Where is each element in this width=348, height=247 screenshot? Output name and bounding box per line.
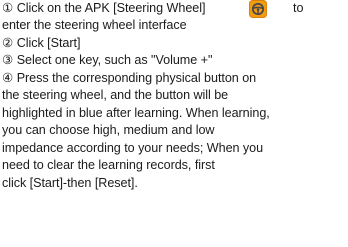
instruction-text-block: ① Click on the APK [Steering Wheel] to e… <box>0 0 348 247</box>
step-4-line-7: click [Start]-then [Reset]. <box>2 176 138 190</box>
step-4-line-6: need to clear the learning records, firs… <box>2 158 215 172</box>
steering-wheel-icon <box>251 2 265 16</box>
step-1-text: ① Click on the APK [Steering Wheel] <box>2 1 206 15</box>
step-1-line-1: ① Click on the APK [Steering Wheel] <box>2 0 206 17</box>
step-3: ③ Select one key, such as "Volume +" <box>2 53 213 67</box>
step-2: ② Click [Start] <box>2 36 81 50</box>
step-1-to-text: to <box>293 1 304 15</box>
steering-wheel-app-icon <box>249 0 267 18</box>
step-4-line-4: you can choose high, medium and low <box>2 123 215 137</box>
step-4-line-1: ④ Press the corresponding physical butto… <box>2 71 257 85</box>
step-4-line-2: the steering wheel, and the button will … <box>2 88 229 102</box>
step-4-line-5: impedance according to your needs; When … <box>2 141 264 155</box>
step-4-line-3: highlighted in blue after learning. When… <box>2 106 270 120</box>
step-1-line-2: enter the steering wheel interface <box>2 18 187 32</box>
